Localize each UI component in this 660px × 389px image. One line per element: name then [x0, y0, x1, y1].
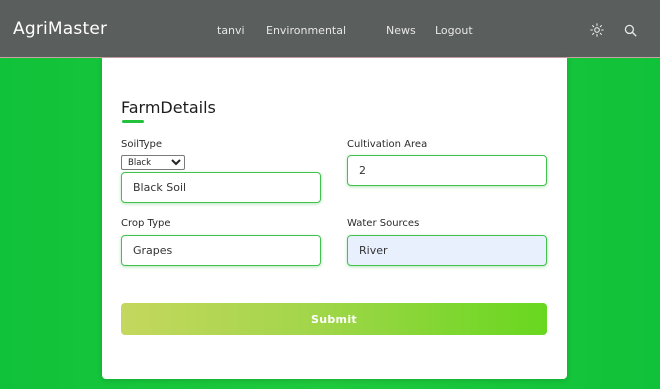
top-navbar: AgriMaster tanvi Environmental News Logo… [0, 0, 660, 58]
crop-type-label: Crop Type [121, 218, 171, 229]
submit-button[interactable]: Submit [121, 303, 547, 335]
search-icon-svg [624, 24, 637, 37]
brand-logo[interactable]: AgriMaster [13, 19, 107, 39]
page-title: FarmDetails [121, 98, 216, 117]
cultivation-area-label: Cultivation Area [347, 139, 428, 150]
sun-icon-svg [590, 23, 604, 37]
nav-link-user[interactable]: tanvi [217, 24, 245, 37]
water-sources-input[interactable] [347, 235, 547, 266]
farm-details-card: FarmDetails SoilType Black Cultivation A… [102, 58, 567, 379]
nav-link-environmental[interactable]: Environmental [266, 24, 346, 37]
soil-type-select[interactable]: Black [121, 155, 185, 170]
title-underline [122, 120, 144, 123]
soil-type-label: SoilType [121, 139, 162, 150]
nav-link-news[interactable]: News [386, 24, 416, 37]
soil-type-input[interactable] [121, 172, 321, 203]
sun-icon[interactable] [589, 22, 605, 38]
search-icon[interactable] [622, 22, 638, 38]
water-sources-label: Water Sources [347, 218, 420, 229]
nav-link-logout[interactable]: Logout [435, 24, 473, 37]
crop-type-input[interactable] [121, 235, 321, 266]
cultivation-area-input[interactable] [347, 155, 547, 186]
